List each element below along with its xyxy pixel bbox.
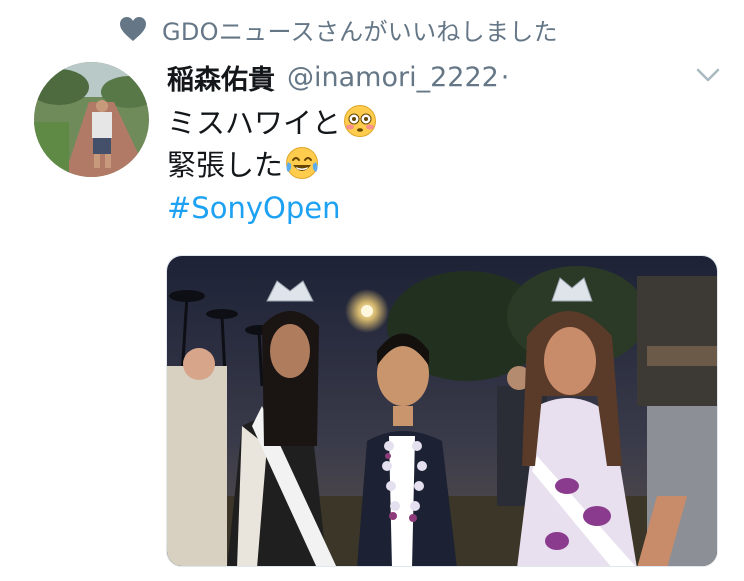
flushed-face-emoji <box>344 105 377 137</box>
hashtag-link[interactable]: #SonyOpen <box>167 187 340 229</box>
heart-icon <box>120 17 146 41</box>
avatar[interactable] <box>34 62 149 177</box>
social-context[interactable]: GDOニュースさんがいいねしました <box>118 12 558 46</box>
author-display-name[interactable]: 稲森佑貴 <box>167 58 275 97</box>
tweet-header: 稲森佑貴 @inamori_2222 · <box>167 58 509 96</box>
tweet-text-line-1: ミスハワイと <box>167 100 377 142</box>
social-context-text: GDOニュースさんがいいねしました <box>162 17 558 46</box>
chevron-down-icon[interactable] <box>695 66 721 84</box>
tweet-text-2: 緊張した <box>167 148 284 182</box>
author-handle[interactable]: @inamori_2222 <box>287 62 499 93</box>
tears-of-joy-emoji <box>286 147 319 179</box>
header-separator: · <box>500 61 510 93</box>
tweet-text-line-2: 緊張した <box>167 142 319 184</box>
tweet-text-1: ミスハワイと <box>167 106 342 140</box>
tweet-photo[interactable] <box>166 255 718 567</box>
